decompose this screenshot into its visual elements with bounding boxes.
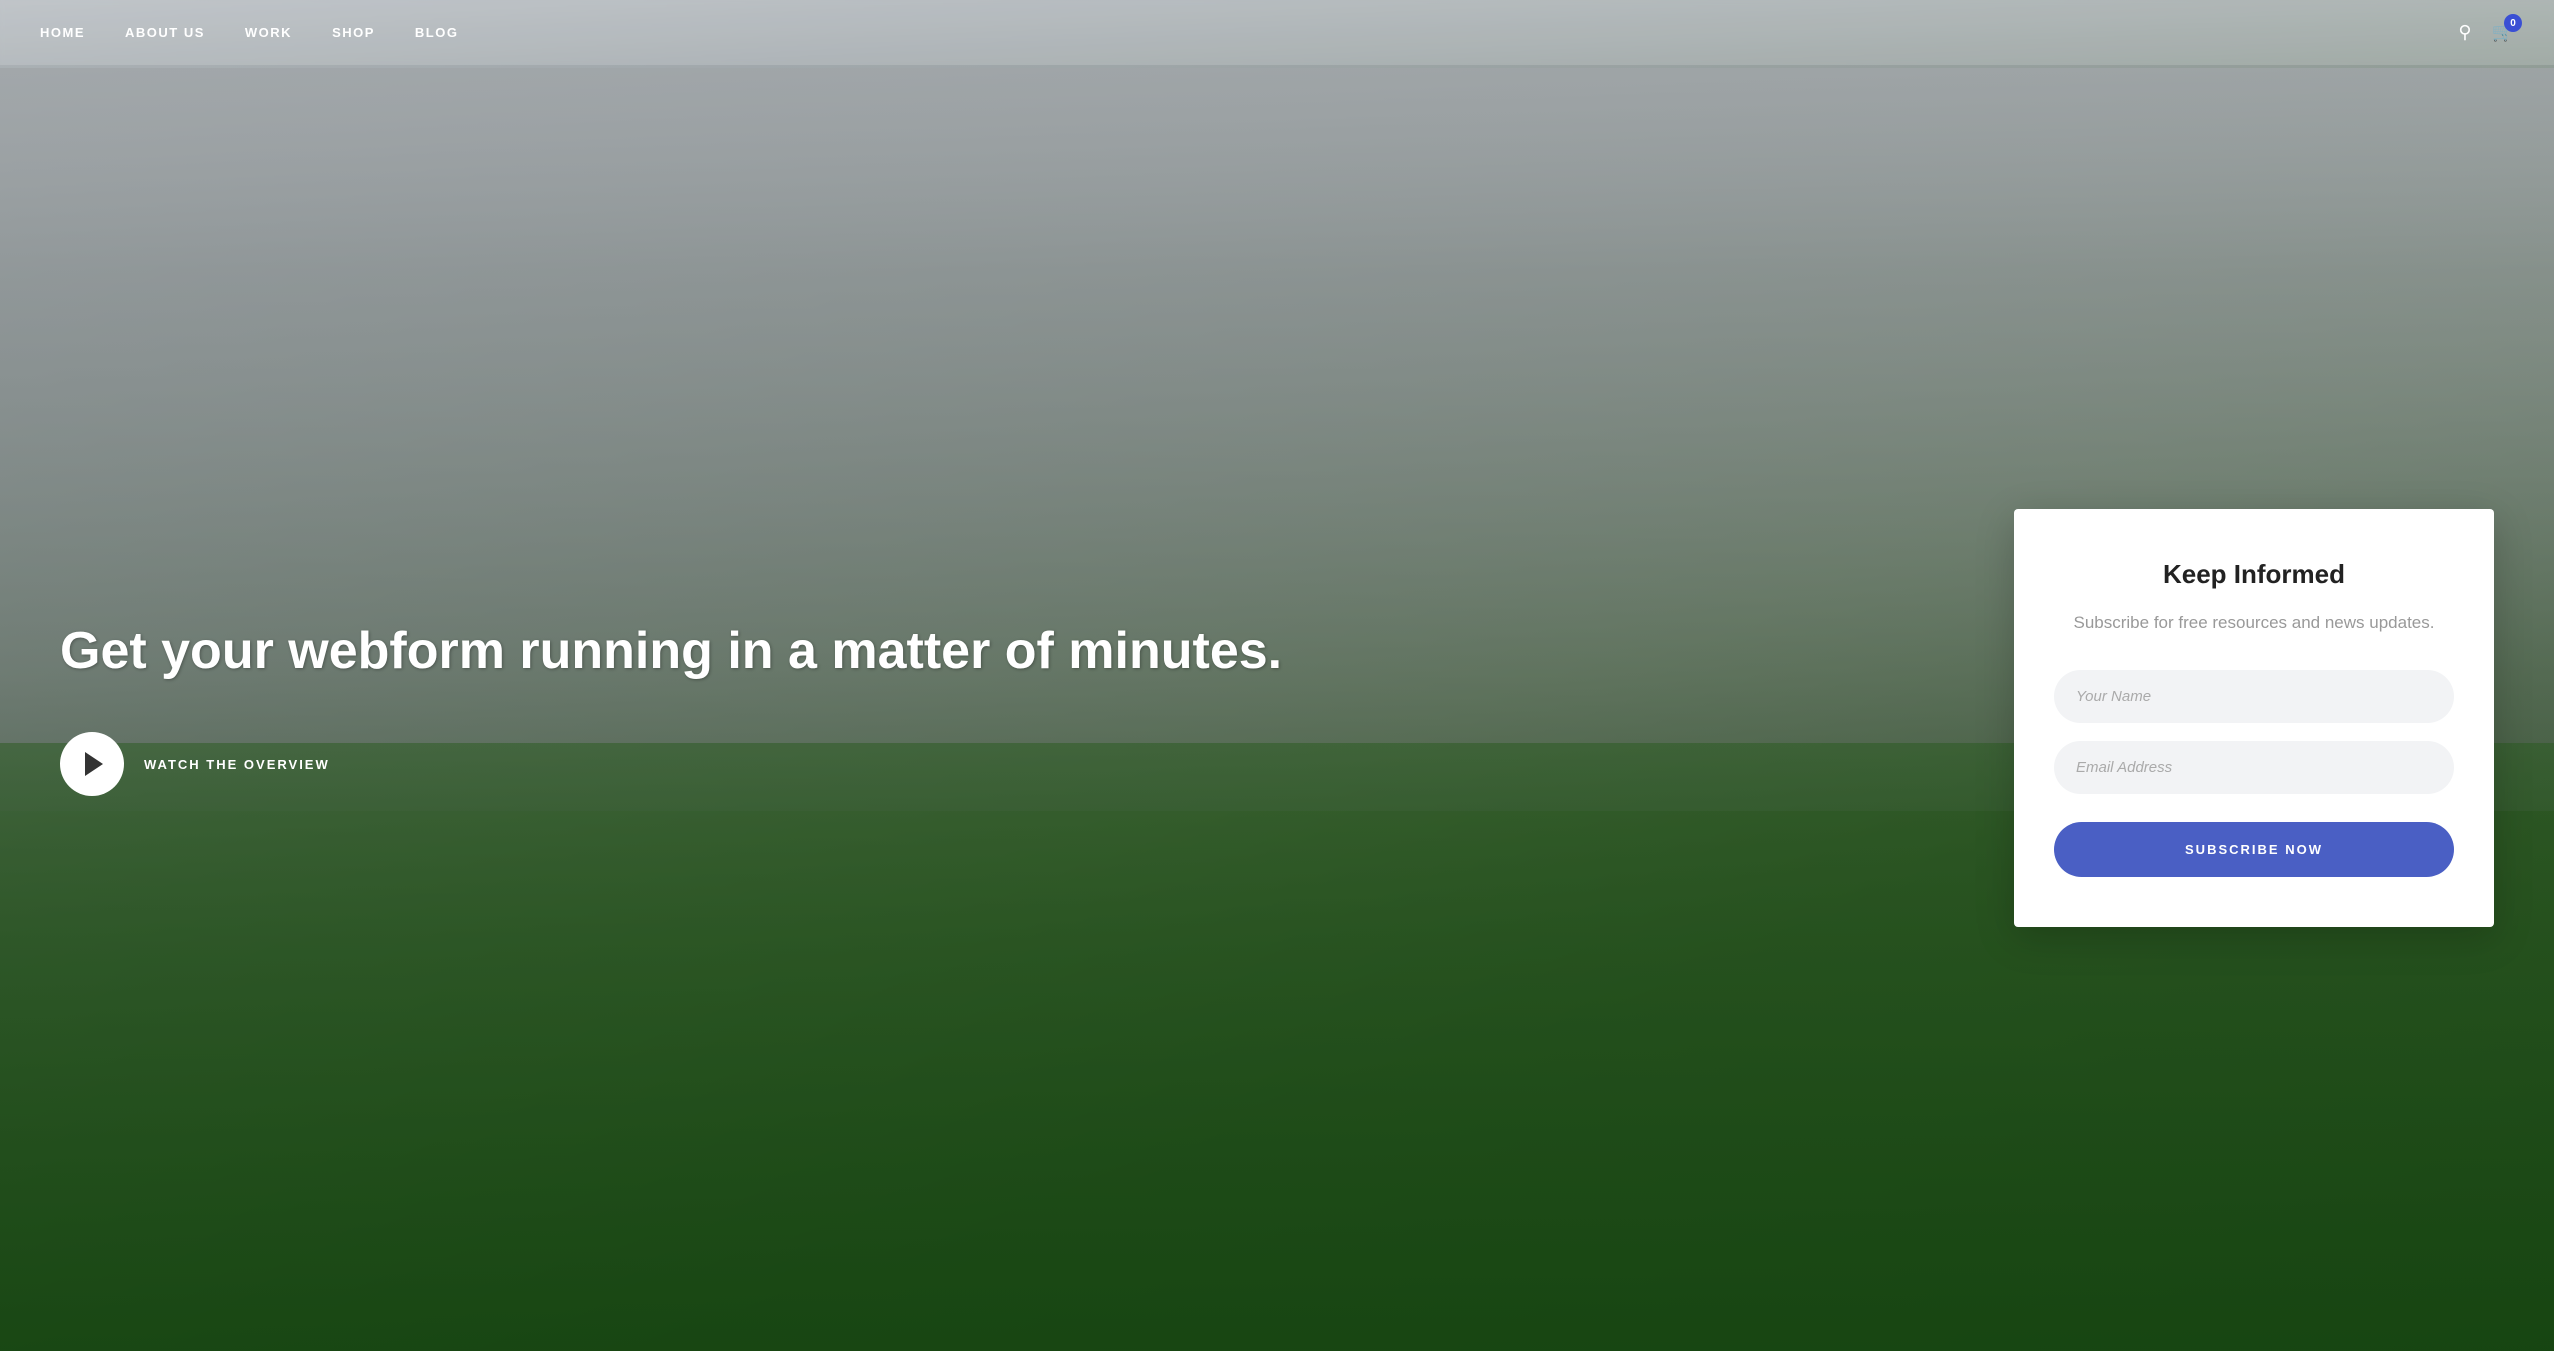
cart-button[interactable]: 🛒 0 bbox=[2492, 22, 2514, 43]
hero-text: Get your webform running in a matter of … bbox=[60, 620, 1399, 796]
nav-item-home[interactable]: HOME bbox=[40, 24, 85, 42]
nav-item-blog[interactable]: BLOG bbox=[415, 24, 459, 42]
nav-link-shop[interactable]: SHOP bbox=[332, 25, 375, 40]
navbar: HOME ABOUT US WORK SHOP BLOG ⚲ 🛒 0 bbox=[0, 0, 2554, 65]
play-button[interactable] bbox=[60, 732, 124, 796]
name-input[interactable] bbox=[2054, 670, 2454, 723]
subscribe-form-card: Keep Informed Subscribe for free resourc… bbox=[2014, 509, 2494, 928]
nav-item-work[interactable]: WORK bbox=[245, 24, 292, 42]
nav-link-home[interactable]: HOME bbox=[40, 25, 85, 40]
cart-badge: 0 bbox=[2504, 14, 2522, 32]
watch-label: WATCH THE OVERVIEW bbox=[144, 757, 330, 772]
nav-links: HOME ABOUT US WORK SHOP BLOG bbox=[40, 24, 458, 42]
form-subtitle: Subscribe for free resources and news up… bbox=[2054, 610, 2454, 636]
nav-item-about[interactable]: ABOUT US bbox=[125, 24, 205, 42]
hero-headline: Get your webform running in a matter of … bbox=[60, 620, 1359, 682]
search-icon: ⚲ bbox=[2458, 22, 2471, 42]
hero-content: Get your webform running in a matter of … bbox=[0, 65, 2554, 1351]
nav-item-shop[interactable]: SHOP bbox=[332, 24, 375, 42]
subscribe-button[interactable]: SUBSCRIBE NOW bbox=[2054, 822, 2454, 877]
play-icon bbox=[85, 752, 103, 776]
form-title: Keep Informed bbox=[2054, 559, 2454, 590]
nav-link-about[interactable]: ABOUT US bbox=[125, 25, 205, 40]
search-button[interactable]: ⚲ bbox=[2458, 22, 2471, 43]
nav-link-blog[interactable]: BLOG bbox=[415, 25, 459, 40]
watch-btn-group: WATCH THE OVERVIEW bbox=[60, 732, 1359, 796]
email-input[interactable] bbox=[2054, 741, 2454, 794]
nav-right: ⚲ 🛒 0 bbox=[2458, 22, 2514, 43]
nav-link-work[interactable]: WORK bbox=[245, 25, 292, 40]
